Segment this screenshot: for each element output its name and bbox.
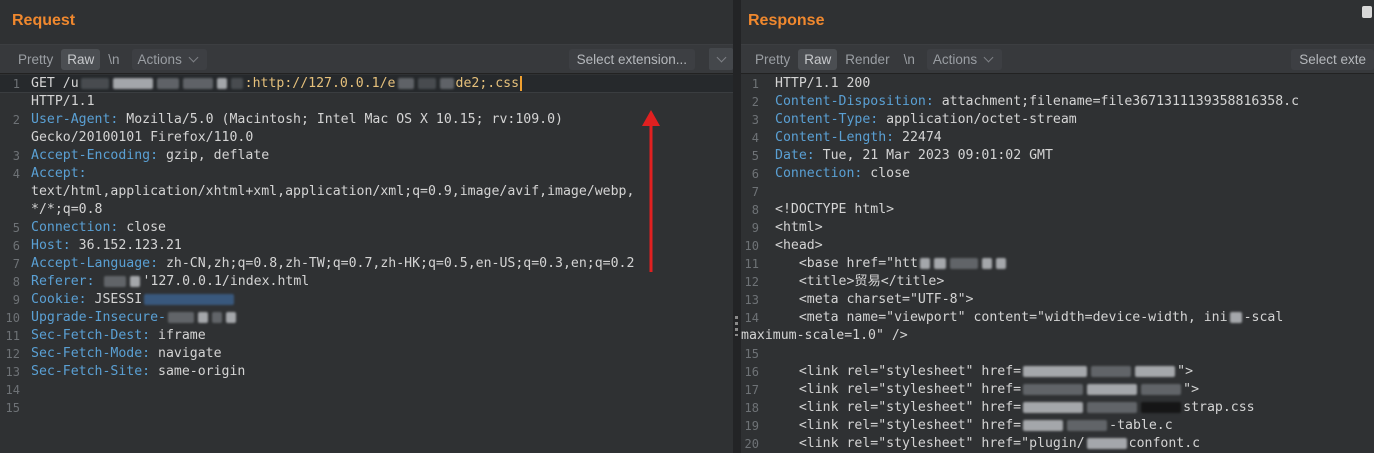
response-actions-label: Actions <box>932 51 978 67</box>
request-select-extension-label: Select extension... <box>576 51 687 67</box>
request-header-line: 6 Host: 36.152.123.21 <box>12 238 182 253</box>
response-header-line: 6 Connection: close <box>751 166 910 181</box>
request-newline-toggle[interactable]: \n <box>102 49 125 70</box>
response-header-line: 2 Content-Disposition: attachment;filenam… <box>751 94 1300 109</box>
request-header-line: 9 Cookie: JSESSI <box>0 291 733 309</box>
request-header-line: 2 User-Agent: Mozilla/5.0 (Macintosh; Int… <box>12 112 563 127</box>
request-line: 14 <box>5 383 20 397</box>
chevron-down-icon <box>188 52 199 62</box>
response-line: 10 <head> <box>744 238 823 253</box>
response-line: 13 <meta charset="UTF-8"> <box>744 292 974 307</box>
request-actions-dropdown[interactable]: Actions <box>131 48 207 70</box>
request-header-line: 13 Sec-Fetch-Site: same-origin <box>5 364 246 379</box>
request-header-line: 11 Sec-Fetch-Dest: iframe <box>5 328 206 343</box>
response-toolbar: Pretty Raw Render \n Actions Select exte <box>741 44 1374 74</box>
request-actions-label: Actions <box>137 51 182 67</box>
response-line: 14 <meta name="viewport" content="width=… <box>744 310 1284 325</box>
response-actions-dropdown[interactable]: Actions <box>926 48 1003 70</box>
request-line: HTTP/1.1 <box>31 94 95 109</box>
response-line: maximum-scale=1.0" /> <box>741 328 908 343</box>
red-arrow-annotation <box>642 110 660 272</box>
request-title: Request <box>12 12 76 29</box>
request-header-line: 12 Sec-Fetch-Mode: navigate <box>5 346 222 361</box>
response-newline-toggle[interactable]: \n <box>898 49 921 70</box>
request-line-text: GET /u <box>31 76 79 91</box>
request-header-line: 10 Upgrade-Insecure- <box>0 309 733 327</box>
request-url: :http://127.0.0.1/e <box>244 76 396 91</box>
request-toolbar: Pretty Raw \n Actions Select extension..… <box>0 44 733 74</box>
response-line: 19 <link rel="stylesheet" href= -table.c <box>744 418 1173 433</box>
response-line: 18 <link rel="stylesheet" href= strap.css <box>744 400 1255 415</box>
response-render-tab[interactable]: Render <box>839 49 895 70</box>
request-line: 1 GET /u:http://127.0.0.1/e de2;.css <box>0 75 733 93</box>
response-pretty-tab[interactable]: Pretty <box>749 49 796 70</box>
response-panel: Response Pretty Raw Render \n Actions Se… <box>741 0 1374 453</box>
response-editor[interactable]: 1 HTTP/1.1 200 2 Content-Disposition: atta… <box>741 75 1374 453</box>
response-line: 15 <box>744 347 759 361</box>
response-line: 7 <box>751 185 759 199</box>
response-raw-tab[interactable]: Raw <box>798 48 838 70</box>
response-header-line: 4 Content-Length: 22474 <box>751 130 942 145</box>
response-line: 1 HTTP/1.1 200 <box>751 76 871 91</box>
request-pretty-tab[interactable]: Pretty <box>12 49 59 70</box>
response-line: 11 <base href="htt <box>741 255 1374 273</box>
chevron-down-icon <box>983 52 994 62</box>
response-line: 17 <link rel="stylesheet" href= "> <box>744 382 1200 397</box>
request-header-line: 8 Referer: '127.0.0.1/index.html <box>12 274 310 289</box>
response-line: 8 <!DOCTYPE html> <box>751 202 895 217</box>
response-header-line: 5 Date: Tue, 21 Mar 2023 09:01:02 GMT <box>751 148 1053 163</box>
layout-toggle-icon[interactable] <box>1362 6 1372 18</box>
request-header-line: 7 Accept-Language: zh-CN,zh;q=0.8,zh-TW;q… <box>12 256 635 271</box>
request-line: 15 <box>5 401 20 415</box>
response-line: 12 <title>贸易</title> <box>744 274 945 289</box>
response-select-extension-label: Select exte <box>1299 51 1366 67</box>
request-editor[interactable]: 1 GET /u:http://127.0.0.1/e de2;.css HTTP… <box>0 75 733 453</box>
request-header-line: 4 Accept: <box>12 166 87 181</box>
splitter-grip-icon[interactable] <box>735 316 738 336</box>
request-line: */*;q=0.8 <box>31 202 103 217</box>
response-line: 16 <link rel="stylesheet" href= "> <box>744 364 1194 379</box>
request-panel: Request Pretty Raw \n Actions Select ext… <box>0 0 733 453</box>
request-select-extension-chevron[interactable] <box>709 48 733 70</box>
response-header-line: 3 Content-Type: application/octet-stream <box>751 112 1077 127</box>
chevron-down-icon <box>716 52 726 62</box>
response-line: 9 <html> <box>751 220 823 235</box>
panel-splitter[interactable] <box>733 0 741 453</box>
request-line: Gecko/20100101 Firefox/110.0 <box>31 130 254 145</box>
text-cursor <box>520 75 522 91</box>
request-line: text/html,application/xhtml+xml,applicat… <box>31 184 635 199</box>
request-select-extension[interactable]: Select extension... <box>568 48 695 70</box>
response-title: Response <box>748 12 825 29</box>
request-header-line: 3 Accept-Encoding: gzip, deflate <box>12 148 270 163</box>
request-raw-tab[interactable]: Raw <box>61 48 101 70</box>
response-line: 20 <link rel="stylesheet" href="plugin/c… <box>744 436 1201 451</box>
response-select-extension[interactable]: Select exte <box>1291 48 1374 70</box>
request-header-line: 5 Connection: close <box>12 220 166 235</box>
